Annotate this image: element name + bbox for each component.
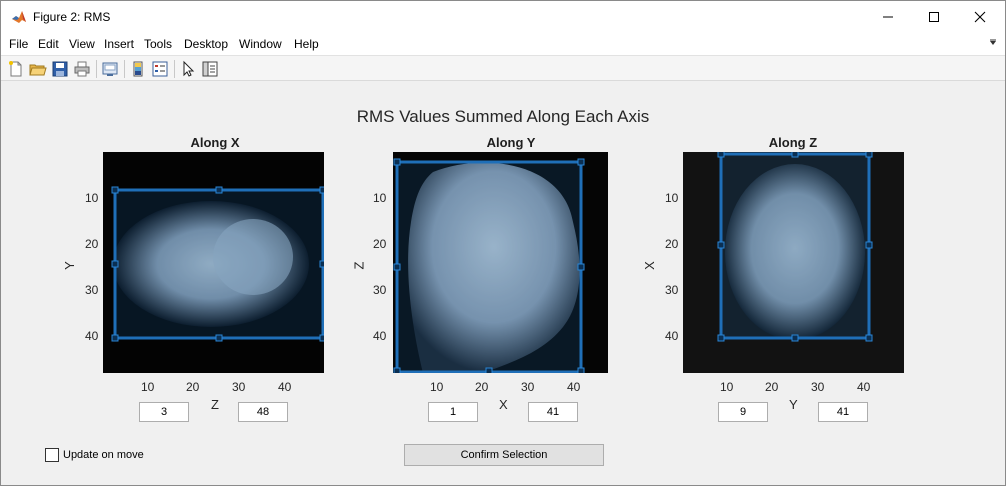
y-axis-label: Z (351, 261, 367, 270)
maximize-button[interactable] (911, 1, 957, 33)
menu-file[interactable]: File (9, 37, 28, 51)
y-tick: 10 (665, 191, 679, 205)
cursor-arrow-icon[interactable] (179, 60, 197, 78)
toolbar-separator (124, 60, 125, 78)
figure-title: RMS Values Summed Along Each Axis (356, 107, 650, 126)
x-axis-label: Y (789, 397, 798, 412)
x-axis-label: Z (211, 397, 219, 412)
slice-image-along-y[interactable] (393, 152, 608, 373)
figure-canvas: RMS Values Summed Along Each Axis Along … (3, 82, 1003, 482)
y-tick: 40 (665, 329, 679, 343)
y-tick: 20 (85, 237, 99, 251)
y-tick: 20 (373, 237, 387, 251)
new-figure-icon[interactable] (7, 60, 25, 78)
close-button[interactable] (957, 1, 1003, 33)
min-x-input[interactable]: 1 (428, 402, 478, 422)
toolbar-separator (174, 60, 175, 78)
y-tick: 40 (85, 329, 99, 343)
colorbar-icon[interactable] (129, 60, 147, 78)
y-axis-label: X (641, 261, 657, 270)
panel-title-along-x: Along X (190, 135, 240, 150)
x-tick: 20 (186, 380, 200, 394)
property-inspector-icon[interactable] (201, 60, 219, 78)
update-on-move-checkbox[interactable] (45, 448, 59, 462)
x-axis-label: X (499, 397, 508, 412)
y-tick: 20 (665, 237, 679, 251)
roi-rectangle[interactable] (113, 188, 324, 340)
print-icon[interactable] (73, 60, 91, 78)
matlab-logo-icon (11, 9, 27, 25)
panel-title-along-z: Along Z (768, 135, 818, 150)
menu-desktop[interactable]: Desktop (184, 37, 228, 51)
menu-window[interactable]: Window (239, 37, 282, 51)
open-file-icon[interactable] (29, 60, 47, 78)
x-tick: 40 (278, 380, 292, 394)
x-tick: 10 (430, 380, 444, 394)
save-icon[interactable] (51, 60, 69, 78)
min-y-input[interactable]: 9 (718, 402, 768, 422)
menu-help[interactable]: Help (294, 37, 319, 51)
slice-image-along-x[interactable] (103, 152, 324, 373)
dock-arrow-icon[interactable] (989, 39, 997, 47)
x-tick: 40 (857, 380, 871, 394)
x-tick: 30 (232, 380, 246, 394)
x-tick: 10 (141, 380, 155, 394)
menu-edit[interactable]: Edit (38, 37, 59, 51)
panel-title-along-y: Along Y (486, 135, 536, 150)
min-z-input[interactable]: 3 (139, 402, 189, 422)
x-tick: 10 (720, 380, 734, 394)
minimize-button[interactable] (865, 1, 911, 33)
slice-image-along-z[interactable] (683, 152, 904, 373)
window-title: Figure 2: RMS (33, 10, 111, 24)
close-icon (974, 11, 986, 23)
figure-window: Figure 2: RMS File Edit View Insert Tool… (0, 0, 1006, 486)
x-tick: 30 (811, 380, 825, 394)
update-on-move-label: Update on move (63, 449, 144, 461)
menu-bar: File Edit View Insert Tools Desktop Wind… (1, 33, 1005, 55)
menu-tools[interactable]: Tools (144, 37, 172, 51)
link-plot-icon[interactable] (101, 60, 119, 78)
roi-rectangle[interactable] (719, 152, 871, 340)
toolbar-separator (96, 60, 97, 78)
toolbar (1, 55, 1005, 81)
y-tick: 40 (373, 329, 387, 343)
y-tick: 30 (85, 283, 99, 297)
confirm-selection-button[interactable]: Confirm Selection (404, 444, 604, 466)
max-z-input[interactable]: 48 (238, 402, 288, 422)
x-tick: 20 (765, 380, 779, 394)
y-tick: 10 (373, 191, 387, 205)
x-tick: 20 (475, 380, 489, 394)
y-tick: 10 (85, 191, 99, 205)
maximize-icon (929, 12, 939, 22)
title-bar: Figure 2: RMS (1, 1, 1005, 33)
x-tick: 30 (521, 380, 535, 394)
y-tick: 30 (665, 283, 679, 297)
roi-rectangle[interactable] (395, 160, 583, 373)
menu-view[interactable]: View (69, 37, 95, 51)
minimize-icon (883, 16, 893, 18)
max-y-input[interactable]: 41 (818, 402, 868, 422)
legend-icon[interactable] (151, 60, 169, 78)
menu-insert[interactable]: Insert (104, 37, 134, 51)
max-x-input[interactable]: 41 (528, 402, 578, 422)
y-axis-label: Y (61, 261, 77, 270)
y-tick: 30 (373, 283, 387, 297)
x-tick: 40 (567, 380, 581, 394)
